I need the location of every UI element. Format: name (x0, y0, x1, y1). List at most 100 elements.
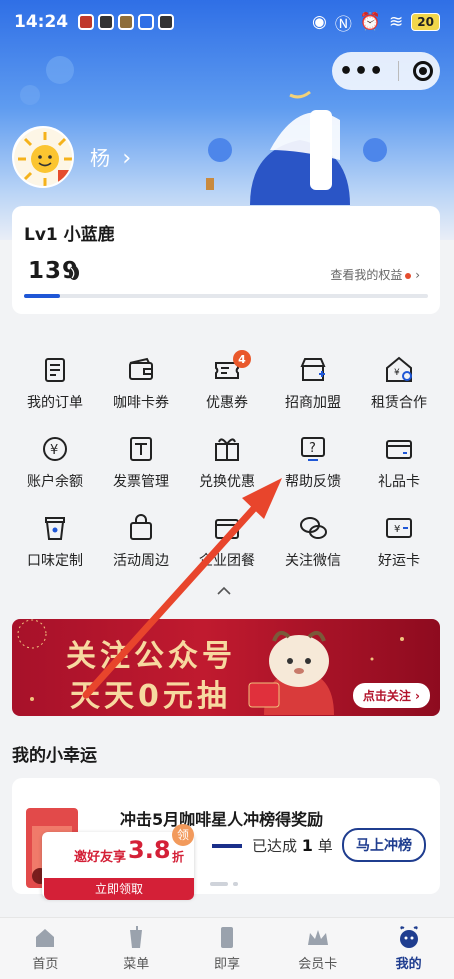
more-icon[interactable]: ••• (339, 59, 384, 84)
service-item-label: 招商加盟 (285, 395, 341, 411)
service-row: 我的订单 咖啡卡券 优惠券 4 招商加盟 ¥ 租赁合作 (12, 346, 442, 425)
service-item-label: 帮助反馈 (285, 474, 341, 490)
service-item[interactable]: 发票管理 (98, 425, 184, 504)
red-dot-icon (405, 272, 412, 279)
page-dot (233, 882, 238, 886)
capsule-divider (398, 61, 400, 81)
rental-house-icon: ¥ (386, 356, 412, 382)
reached-prefix: 已达成 (252, 837, 298, 855)
status-time: 14:24 (14, 12, 69, 32)
reached-number: 1 (301, 836, 313, 855)
service-item[interactable]: ¥ 好运卡 (356, 504, 442, 583)
yuan-balance-icon: ¥ (43, 437, 67, 461)
service-item-label: 礼品卡 (378, 474, 420, 490)
coupon-claim-button[interactable]: 立即领取 (44, 878, 194, 900)
coupon-unit: 折 (172, 850, 185, 864)
service-item-label: 租赁合作 (371, 395, 427, 411)
service-item[interactable]: 活动周边 (98, 504, 184, 583)
follow-wechat-banner[interactable]: 关注公众号 天天0元抽 点击关注 › (12, 619, 440, 716)
tab-item[interactable]: 首页 (0, 918, 91, 979)
wechat-icon (300, 517, 327, 539)
tab-label: 菜单 (123, 957, 150, 972)
reached-count: 已达成 1 单 (252, 835, 333, 856)
tab-label: 会员卡 (298, 957, 338, 972)
service-item[interactable]: 礼品卡 (356, 425, 442, 504)
crown-icon (307, 930, 328, 945)
tab-label: 我的 (395, 957, 422, 972)
notification-icons (78, 14, 175, 30)
service-row: ¥ 账户余额 发票管理 兑换优惠? 帮助反馈 礼品卡 (12, 425, 442, 504)
service-item-label: 优惠券 (206, 395, 248, 411)
app-notification-icon (98, 14, 115, 30)
service-item[interactable]: 企业团餐 (184, 504, 270, 583)
coffee-card-icon (129, 357, 153, 380)
service-row: 口味定制 活动周边 企业团餐 关注微信 ¥ 好运卡 (12, 504, 442, 583)
service-item[interactable]: 口味定制 (12, 504, 98, 583)
lucky-card-icon: ¥ (386, 518, 412, 538)
service-item-label: 企业团餐 (199, 553, 255, 569)
climb-ranking-button[interactable]: 马上冲榜 (342, 828, 426, 862)
service-item[interactable]: ¥ 账户余额 (12, 425, 98, 504)
carousel-indicator (210, 882, 238, 886)
tab-item[interactable]: 会员卡 (272, 918, 363, 979)
user-name: 杨 (90, 146, 110, 170)
notification-badge: 4 (233, 350, 251, 368)
gift-card-icon (386, 440, 412, 459)
service-item[interactable]: 招商加盟 (270, 346, 356, 425)
service-item[interactable]: 关注微信 (270, 504, 356, 583)
nfc-icon: Ⓝ (334, 14, 352, 35)
service-item[interactable]: 我的订单 (12, 346, 98, 425)
reached-suffix: 单 (317, 837, 333, 855)
app-notification-icon (118, 14, 135, 30)
status-bar: 14:24 ◉ Ⓝ ⏰ ≋ 20 (0, 0, 454, 44)
follow-button[interactable]: 点击关注 › (352, 683, 430, 708)
svg-text:?: ? (309, 441, 316, 456)
service-grid: 我的订单 咖啡卡券 优惠券 4 招商加盟 ¥ 租赁合作 ¥ 账户余额 发票管理 兑换优惠? 帮助反馈 礼… (12, 346, 442, 583)
coupon-tag: 领 (172, 824, 194, 846)
service-item[interactable]: 兑换优惠 (184, 425, 270, 504)
tab-item[interactable]: 我的 (363, 918, 454, 979)
coffee-bean-icon (68, 265, 80, 285)
gift-exchange-icon (215, 438, 239, 461)
drink-cup-icon (130, 926, 143, 948)
battery-icon: 20 (411, 13, 440, 31)
service-item[interactable]: ¥ 租赁合作 (356, 346, 442, 425)
member-level-card[interactable]: Lv1 小蓝鹿 139 查看我的权益 › (12, 206, 440, 314)
app-notification-icon (138, 14, 155, 30)
chevron-right-icon: › (122, 146, 132, 171)
view-benefits-link[interactable]: 查看我的权益 › (330, 266, 420, 283)
profile-name-link[interactable]: 杨 › (90, 142, 131, 171)
cup-icon (45, 517, 65, 540)
app-notification-icon (78, 14, 95, 30)
svg-text:¥: ¥ (50, 443, 58, 458)
section-title: 我的小幸运 (12, 746, 97, 766)
tab-item[interactable]: 菜单 (91, 918, 182, 979)
service-item-label: 好运卡 (378, 553, 420, 569)
phone-icon (220, 927, 233, 948)
help-feedback-icon: ? (301, 437, 325, 461)
home-icon (36, 929, 55, 947)
service-item[interactable]: 咖啡卡券 (98, 346, 184, 425)
tab-item[interactable]: 即享 (182, 918, 273, 979)
app-notification-icon (158, 14, 175, 30)
deer-icon (399, 926, 418, 948)
banner-line-1: 关注公众号 (66, 639, 236, 674)
service-item[interactable]: ? 帮助反馈 (270, 425, 356, 504)
avatar[interactable] (12, 126, 74, 188)
page-dot-active (210, 882, 228, 886)
wifi-icon: ≋ (389, 12, 404, 32)
coupon-amount: 3.8 (128, 836, 171, 864)
invoice-icon (130, 437, 152, 461)
service-item[interactable]: 优惠券 4 (184, 346, 270, 425)
franchise-store-icon (300, 358, 326, 381)
group-meal-icon (215, 519, 239, 539)
close-target-icon[interactable] (413, 61, 434, 81)
svg-text:¥: ¥ (394, 368, 400, 378)
invite-coupon[interactable]: 邀好友享 3.8 折 立即领取 领 (22, 806, 194, 902)
miniprogram-capsule[interactable]: ••• (332, 52, 440, 90)
profile-header: 14:24 ◉ Ⓝ ⏰ ≋ 20 ••• 杨 › (0, 0, 454, 240)
service-item-label: 活动周边 (113, 553, 169, 569)
bottom-tab-bar: 首页 菜单 即享 会员卡 我的 (0, 917, 454, 979)
collapse-chevron-up-icon[interactable] (216, 584, 232, 596)
level-progress-fill (24, 294, 61, 298)
